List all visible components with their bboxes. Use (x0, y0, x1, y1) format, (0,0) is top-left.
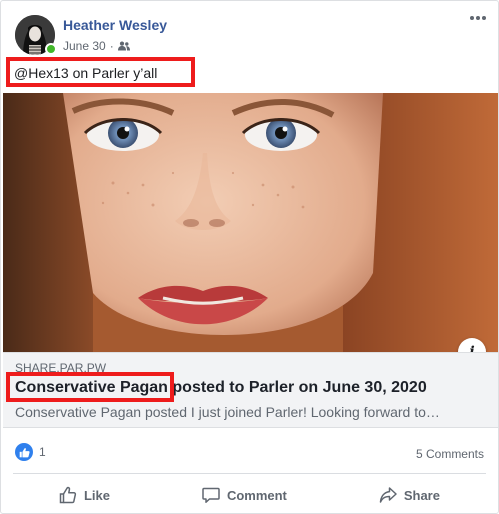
share-label: Share (403, 487, 440, 503)
like-label: Like (83, 487, 110, 503)
comment-icon (202, 487, 220, 503)
link-description: Conservative Pagan posted I just joined … (15, 404, 440, 420)
meta-separator: · (109, 39, 114, 53)
like-count: 1 (39, 445, 46, 459)
comment-button[interactable]: Comment (190, 480, 299, 510)
thumbs-up-icon (59, 486, 77, 504)
reaction-summary[interactable]: 1 (15, 443, 46, 461)
highlight-box-post-text (6, 57, 195, 87)
highlight-box-link-title (6, 372, 174, 402)
post-card: Heather Wesley June 30 · @Hex13 on Parle… (0, 0, 499, 514)
link-title-rest: posted to Parler on June 30, 2020 (167, 379, 427, 396)
friends-icon[interactable] (117, 41, 130, 51)
author-name[interactable]: Heather Wesley (63, 17, 167, 33)
link-preview-image[interactable] (3, 93, 498, 352)
post-date[interactable]: June 30 (63, 39, 106, 53)
online-status-dot (45, 43, 57, 55)
comment-label: Comment (226, 487, 287, 503)
divider (13, 473, 486, 474)
comments-count[interactable]: 5 Comments (416, 447, 484, 461)
like-reaction-icon (15, 443, 33, 461)
action-bar: Like Comment Share (13, 477, 486, 513)
more-options-icon[interactable] (468, 11, 488, 27)
share-button[interactable]: Share (367, 480, 452, 510)
like-button[interactable]: Like (47, 480, 122, 510)
post-meta: June 30 · (63, 39, 130, 53)
share-icon (379, 487, 397, 503)
